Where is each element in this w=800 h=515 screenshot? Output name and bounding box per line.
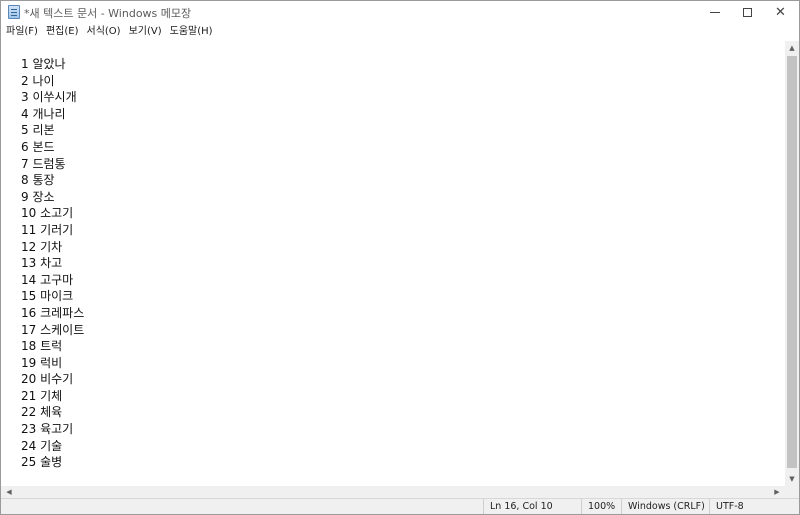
- scroll-right-icon[interactable]: ▶: [771, 486, 783, 498]
- text-line: 20 비수기: [21, 372, 74, 387]
- text-line: 12 기차: [21, 239, 63, 254]
- text-line: 13 차고: [21, 256, 63, 271]
- vertical-scrollbar[interactable]: ▲ ▼: [785, 41, 799, 486]
- text-line: 23 육고기: [21, 422, 74, 437]
- menu-bar: 파일(F) 편집(E) 서식(O) 보기(V) 도움말(H): [1, 23, 799, 40]
- menu-view[interactable]: 보기(V): [126, 23, 167, 40]
- text-line: 16 크레파스: [21, 305, 85, 320]
- text-line: 25 술병: [21, 455, 63, 470]
- text-line: 15 마이크: [21, 289, 74, 304]
- scroll-down-icon[interactable]: ▼: [785, 472, 799, 486]
- zoom-level: 100%: [581, 499, 621, 514]
- text-line: 18 트럭: [21, 339, 63, 354]
- text-line: 1 알았나: [21, 57, 66, 71]
- maximize-button[interactable]: [731, 1, 764, 23]
- horizontal-scrollbar[interactable]: ◀ ▶: [1, 486, 785, 498]
- maximize-icon: [743, 7, 752, 17]
- text-line: 14 고구마: [21, 272, 74, 287]
- minimize-button[interactable]: [698, 1, 731, 23]
- text-line: 17 스케이트: [21, 322, 85, 337]
- text-line: 8 통장: [21, 173, 55, 188]
- text-line: 24 기술: [21, 438, 63, 453]
- window-title: *새 텍스트 문서 - Windows 메모장: [24, 7, 192, 20]
- text-line: 2 나이: [21, 73, 55, 88]
- encoding: UTF-8: [709, 499, 799, 514]
- close-icon: ✕: [775, 4, 786, 20]
- scroll-up-icon[interactable]: ▲: [785, 41, 799, 55]
- minimize-icon: [709, 11, 720, 13]
- scroll-left-icon[interactable]: ◀: [3, 486, 15, 498]
- menu-format[interactable]: 서식(O): [84, 23, 126, 40]
- text-line: 4 개나리: [21, 106, 66, 121]
- text-line: 19 럭비: [21, 355, 63, 370]
- text-line: 9 장소: [21, 189, 55, 204]
- text-line: 5 리본: [21, 123, 55, 138]
- vertical-scroll-thumb[interactable]: [787, 56, 797, 468]
- text-line: 11 기러기: [21, 222, 74, 237]
- text-line: 7 드럼통: [21, 156, 66, 171]
- text-line: 21 기체: [21, 388, 63, 403]
- notepad-icon[interactable]: [8, 5, 20, 19]
- menu-help[interactable]: 도움말(H): [167, 23, 218, 40]
- line-ending: Windows (CRLF): [621, 499, 709, 514]
- status-bar: Ln 16, Col 10 100% Windows (CRLF) UTF-8: [1, 498, 799, 514]
- text-line: 6 본드: [21, 139, 55, 154]
- text-line: 22 체육: [21, 405, 63, 420]
- text-line: 3 이쑤시개: [21, 90, 77, 105]
- notepad-window: *새 텍스트 문서 - Windows 메모장 ✕ 파일(F) 편집(E) 서식…: [0, 0, 800, 515]
- text-line: 10 소고기: [21, 206, 74, 221]
- editor-content[interactable]: 1 알았나 2 나이 3 이쑤시개 4 개나리 5 리본 6 본드 7 드럼통 …: [21, 56, 84, 471]
- menu-edit[interactable]: 편집(E): [43, 23, 84, 40]
- menu-file[interactable]: 파일(F): [3, 23, 43, 40]
- title-bar[interactable]: *새 텍스트 문서 - Windows 메모장 ✕: [1, 1, 799, 23]
- text-editor[interactable]: 1 알았나 2 나이 3 이쑤시개 4 개나리 5 리본 6 본드 7 드럼통 …: [1, 41, 785, 486]
- cursor-position: Ln 16, Col 10: [483, 499, 581, 514]
- scrollbar-corner: [785, 486, 799, 498]
- close-button[interactable]: ✕: [764, 1, 797, 23]
